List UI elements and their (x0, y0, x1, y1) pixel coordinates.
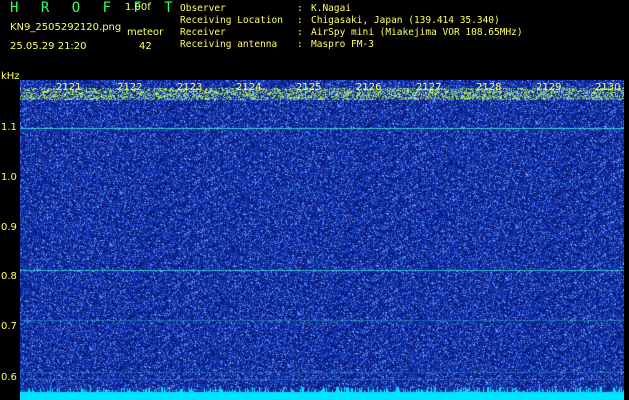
x-tick-label: 2123 (177, 82, 203, 93)
x-tick-label: 2122 (117, 82, 143, 93)
info-separator: : (297, 27, 303, 38)
info-value: Chigasaki, Japan (139.414 35.340) (311, 15, 500, 26)
x-tick-label: 2124 (236, 82, 262, 93)
version-label: 1.00f (125, 2, 151, 13)
info-value: K.Nagai (311, 3, 352, 14)
x-tick-label: 2125 (296, 82, 322, 93)
info-row-receiver: Receiver: AirSpy mini (Miakejima VOR 108.… (180, 27, 523, 38)
y-tick-label: 1.1 (1, 122, 17, 133)
filename-label: KN9_2505292120.png (10, 22, 122, 33)
info-separator: : (297, 39, 303, 50)
info-row-observer: Observer: K.Nagai (180, 3, 351, 14)
x-tick-label: 2128 (476, 82, 502, 93)
spectrogram-canvas (20, 80, 624, 400)
x-tick-label: 2121 (56, 82, 82, 93)
y-tick-label: 1.0 (1, 172, 17, 183)
info-row-location: Receiving Location: Chigasaki, Japan (139… (180, 15, 500, 26)
y-tick-label: 0.7 (1, 321, 17, 332)
info-value: Maspro FM-3 (311, 39, 374, 50)
y-tick-label: 0.8 (1, 271, 17, 282)
x-tick-label: 2129 (536, 82, 562, 93)
timestamp-label: 25.05.29 21:20 (10, 41, 87, 52)
x-tick-label: 2127 (416, 82, 442, 93)
app-title: H R O F F T (10, 0, 180, 16)
info-value: AirSpy mini (Miakejima VOR 108.65MHz) (311, 27, 523, 38)
info-label: Observer (180, 3, 226, 14)
info-label: Receiving antenna (180, 39, 278, 50)
info-label: Receiving Location (180, 15, 283, 26)
x-tick-label: 2126 (356, 82, 382, 93)
count-label: 42 (139, 41, 152, 52)
frequency-unit-label: kHz (1, 71, 20, 82)
info-separator: : (297, 15, 303, 26)
info-label: Receiver (180, 27, 226, 38)
y-tick-label: 0.6 (1, 372, 17, 383)
y-tick-label: 0.9 (1, 222, 17, 233)
info-row-antenna: Receiving antenna: Maspro FM-3 (180, 39, 374, 50)
spectrogram-plot (20, 80, 624, 400)
info-separator: : (297, 3, 303, 14)
mode-label: meteor (127, 27, 164, 38)
x-tick-label: 2130 (595, 82, 621, 93)
